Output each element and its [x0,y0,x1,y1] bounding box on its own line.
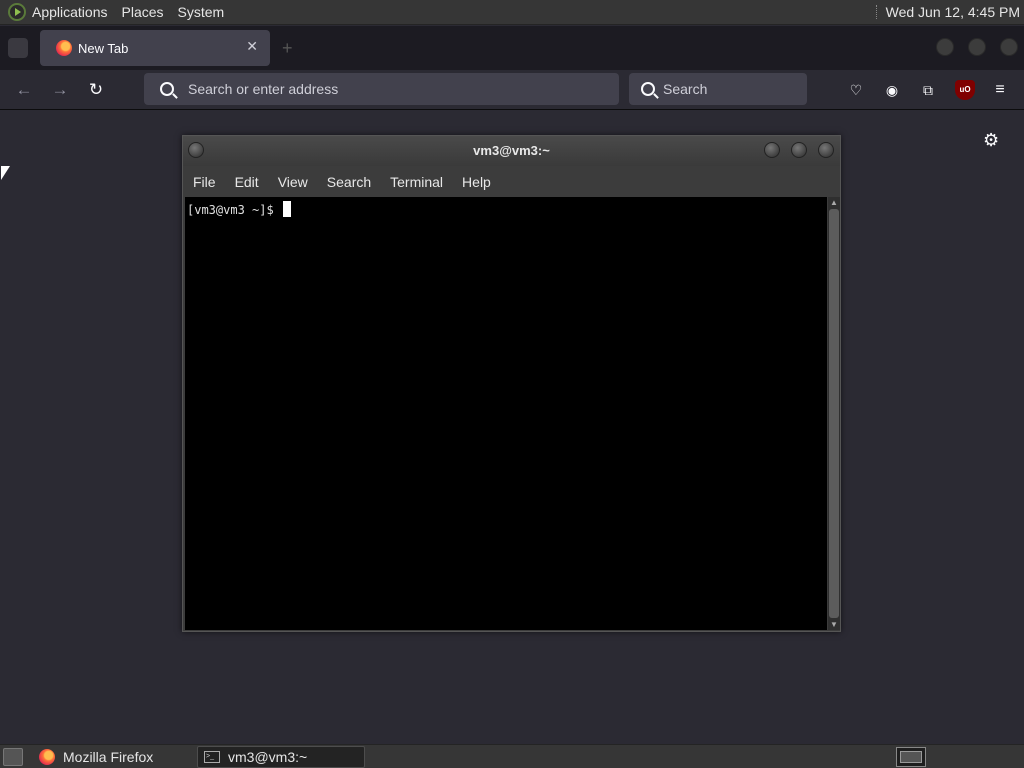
extensions-icon[interactable]: ⧉ [918,80,938,100]
workspace-switcher[interactable] [896,746,926,767]
terminal-scrollbar[interactable]: ▲ ▼ [828,197,840,630]
taskbar-item-label: Mozilla Firefox [63,748,154,765]
terminal-minimize-button[interactable] [764,142,780,158]
panel-separator [875,5,878,19]
firefox-icon [56,40,72,56]
terminal-window[interactable]: vm3@vm3:~ File Edit View Search Terminal… [182,135,841,632]
applications-menu[interactable]: Applications [32,4,108,20]
system-menu[interactable]: System [178,4,225,20]
mouse-cursor-icon [1,166,10,180]
search-icon [641,82,655,96]
search-icon [160,82,174,96]
search-placeholder: Search [663,81,708,97]
hamburger-menu-icon[interactable]: ≡ [990,80,1010,100]
search-bar[interactable]: Search [629,73,807,105]
terminal-maximize-button[interactable] [791,142,807,158]
maximize-window-button[interactable] [968,38,986,56]
workspace-1[interactable] [900,750,922,763]
close-tab-icon[interactable]: ✕ [246,38,258,55]
terminal-menu-file[interactable]: File [193,174,216,190]
text-cursor [282,201,291,217]
clock[interactable]: Wed Jun 12, 4:45 PM [886,4,1020,20]
new-tab-icon[interactable]: + [282,38,293,59]
scroll-down-arrow-icon[interactable]: ▼ [830,620,838,629]
terminal-titlebar[interactable]: vm3@vm3:~ [183,136,840,166]
scroll-up-arrow-icon[interactable]: ▲ [830,198,838,207]
firefox-view-button[interactable] [8,38,28,58]
terminal-prompt-line: [vm3@vm3 ~]$ [187,201,291,217]
back-icon[interactable]: ← [12,78,36,102]
clock-area: Wed Jun 12, 4:45 PM [875,4,1024,20]
url-placeholder: Search or enter address [188,81,339,97]
show-desktop-button[interactable] [3,747,23,766]
terminal-icon: >_ [204,750,220,763]
terminal-menu-edit[interactable]: Edit [235,174,259,190]
terminal-menu-view[interactable]: View [278,174,308,190]
forward-icon[interactable]: → [48,78,72,102]
scrollbar-thumb[interactable] [829,209,839,618]
terminal-title: vm3@vm3:~ [473,143,550,158]
pocket-icon[interactable]: ♡ [846,80,866,100]
browser-tab-bar: New Tab ✕ + [0,26,1024,70]
terminal-menubar: File Edit View Search Terminal Help [183,169,840,195]
terminal-close-button[interactable] [818,142,834,158]
tab-title: New Tab [78,40,129,56]
account-icon[interactable]: ◉ [882,80,902,100]
terminal-menu-terminal[interactable]: Terminal [390,174,443,190]
firefox-icon [39,748,55,765]
taskbar-item-firefox[interactable]: Mozilla Firefox [33,746,193,768]
places-menu[interactable]: Places [122,4,164,20]
reload-icon[interactable]: ↻ [84,78,108,102]
mate-logo-icon[interactable] [8,3,26,21]
url-bar[interactable]: Search or enter address [144,73,619,105]
window-menu-button[interactable] [188,142,204,158]
tab-new-tab[interactable]: New Tab ✕ [40,30,270,66]
taskbar-item-terminal[interactable]: >_ vm3@vm3:~ [197,745,365,768]
bottom-taskbar: Mozilla Firefox >_ vm3@vm3:~ [0,744,1024,768]
terminal-screen[interactable]: [vm3@vm3 ~]$ [185,197,827,630]
taskbar-item-label: vm3@vm3:~ [228,748,308,765]
ublock-origin-icon[interactable]: uO [955,80,975,100]
shell-prompt: [vm3@vm3 ~]$ [187,203,281,217]
terminal-menu-help[interactable]: Help [462,174,491,190]
gear-icon[interactable]: ⚙ [983,130,999,151]
close-window-button[interactable] [1000,38,1018,56]
panel-menu-bar: Applications Places System [8,3,238,21]
top-panel: Applications Places System Wed Jun 12, 4… [0,0,1024,25]
terminal-menu-search[interactable]: Search [327,174,371,190]
minimize-window-button[interactable] [936,38,954,56]
browser-nav-bar: ← → ↻ Search or enter address Search ♡ ◉… [0,70,1024,110]
